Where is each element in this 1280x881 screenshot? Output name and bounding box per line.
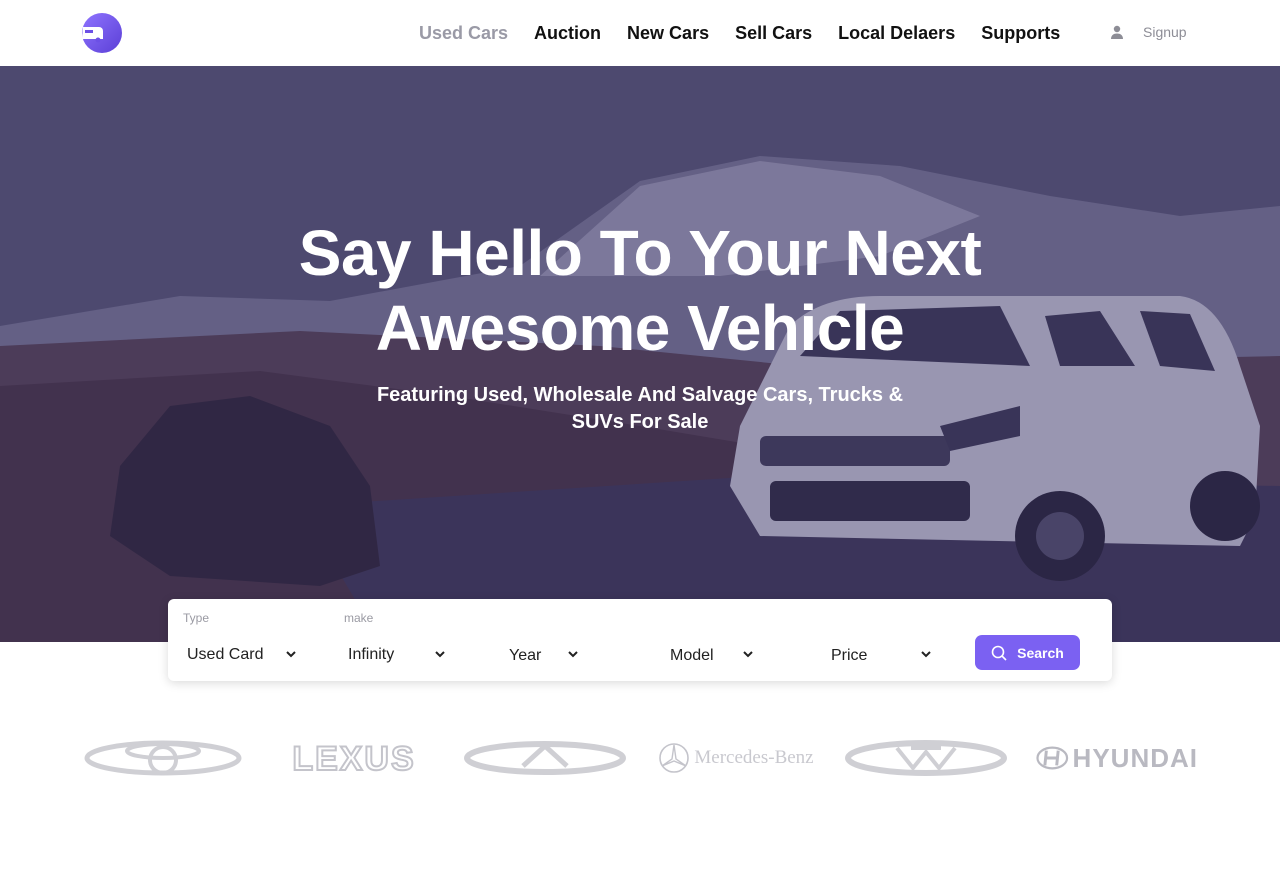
hero-title-line-1: Say Hello To Your Next (298, 217, 982, 289)
nav-auction[interactable]: Auction (534, 22, 601, 44)
hero-title: Say Hello To Your Next Awesome Vehicle (0, 216, 1280, 366)
svg-text:LEXUS: LEXUS (292, 742, 415, 774)
signup-link[interactable]: Signup (1110, 24, 1187, 40)
user-icon (1111, 25, 1123, 39)
chevron-down-icon (286, 651, 296, 658)
main-nav: Used Cars Auction New Cars Sell Cars Loc… (419, 22, 1086, 44)
type-label: Type (183, 611, 210, 625)
hyundai-logo-icon[interactable]: HYUNDAI (1036, 730, 1198, 786)
chevron-down-icon (435, 651, 445, 658)
toyota-logo-icon[interactable] (84, 730, 242, 786)
price-select[interactable]: Price (812, 599, 972, 681)
make-label: make (344, 611, 374, 625)
infiniti-logo-icon[interactable] (463, 730, 627, 786)
nav-supports[interactable]: Supports (981, 22, 1060, 44)
car-logo-icon[interactable] (82, 13, 122, 53)
make-value: Infinity (348, 646, 395, 663)
hero-subtitle: Featuring Used, Wholesale And Salvage Ca… (376, 384, 904, 433)
chevron-down-icon (743, 651, 753, 658)
site-header: Used Cars Auction New Cars Sell Cars Loc… (0, 0, 1280, 66)
chevron-down-icon (921, 651, 931, 658)
nav-local-dealers[interactable]: Local Delaers (838, 22, 955, 44)
search-button[interactable]: Search (975, 635, 1080, 670)
lexus-logo-icon[interactable]: LEXUS (274, 730, 434, 786)
hero-title-line-2: Awesome Vehicle (375, 292, 905, 364)
year-value: Year (509, 647, 542, 664)
hero-section: Say Hello To Your Next Awesome Vehicle F… (0, 66, 1280, 642)
make-select[interactable]: make Infinity (329, 599, 489, 681)
nav-used-cars[interactable]: Used Cars (419, 22, 508, 44)
type-value: Used Card (187, 646, 264, 663)
mercedes-benz-logo-icon[interactable]: Mercedes-Benz (654, 730, 818, 786)
model-select[interactable]: Model (651, 599, 811, 681)
search-icon (991, 645, 1007, 661)
nav-new-cars[interactable]: New Cars (627, 22, 709, 44)
year-select[interactable]: Year (490, 599, 650, 681)
nav-sell-cars[interactable]: Sell Cars (735, 22, 812, 44)
type-select[interactable]: Type Used Card (168, 599, 328, 681)
volkswagen-logo-icon[interactable] (845, 730, 1007, 786)
signup-label: Signup (1143, 24, 1187, 40)
search-button-label: Search (1017, 644, 1064, 661)
price-value: Price (831, 647, 868, 664)
model-value: Model (670, 647, 714, 664)
brand-logos: LEXUS Mercedes-Benz HYUNDAI (0, 730, 1280, 786)
vehicle-search-bar: Type Used Card make Infinity Year Model … (168, 599, 1112, 681)
chevron-down-icon (568, 651, 578, 658)
